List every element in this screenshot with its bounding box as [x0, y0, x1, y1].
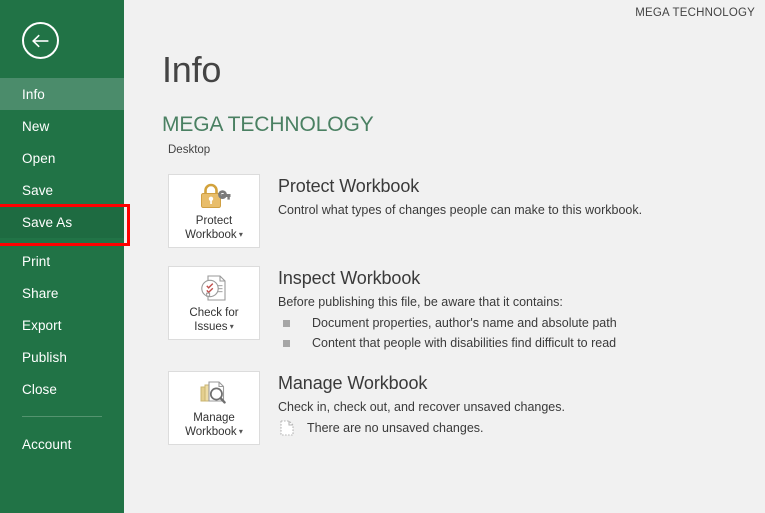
sidebar-item-label: Close [22, 381, 58, 397]
sidebar-item-account[interactable]: Account [0, 428, 124, 460]
square-bullet-icon [283, 319, 290, 327]
chevron-down-icon: ▾ [227, 322, 234, 331]
document-title: MEGA TECHNOLOGY [162, 113, 374, 136]
sidebar-item-label: Open [22, 150, 56, 166]
button-label-line2: Workbook [185, 229, 237, 242]
sidebar-item-label: Export [22, 317, 62, 333]
check-for-issues-button-label: Check for Issues ▾ [189, 306, 238, 334]
manage-documents-icon [198, 378, 230, 408]
manage-workbook-description: Check in, check out, and recover unsaved… [278, 400, 565, 414]
info-pane: Info MEGA TECHNOLOGY Desktop Protect Wor… [124, 26, 765, 513]
manage-workbook-heading: Manage Workbook [278, 373, 428, 393]
sidebar-item-open[interactable]: Open [0, 142, 124, 174]
protect-workbook-description: Control what types of changes people can… [278, 203, 643, 217]
button-label-line1: Check for [189, 307, 239, 319]
backstage-sidebar: Info New Open Save Save As Print Share E… [0, 0, 130, 513]
title-bar: MEGA TECHNOLOGY [124, 0, 765, 26]
check-for-issues-button[interactable]: Check for Issues ▾ [168, 266, 260, 340]
sidebar-item-export[interactable]: Export [0, 309, 124, 341]
button-label-line1: Manage [193, 412, 235, 424]
sidebar-item-label: Info [22, 86, 45, 102]
chevron-down-icon: ▾ [236, 427, 243, 436]
sidebar-item-save[interactable]: Save [0, 174, 124, 206]
protect-workbook-section: Protect Workbook ▾ Protect Workbook Cont… [168, 174, 765, 248]
button-label-line1: Protect [195, 215, 233, 227]
sidebar-item-close[interactable]: Close [0, 373, 124, 405]
unsaved-changes-label: There are no unsaved changes. [307, 421, 484, 435]
account-name[interactable]: MEGA TECHNOLOGY [635, 7, 755, 19]
sidebar-item-info[interactable]: Info [0, 78, 124, 110]
protect-workbook-button[interactable]: Protect Workbook ▾ [168, 174, 260, 248]
excel-backstage-view: MEGA TECHNOLOGY Info New Open Save Save … [0, 0, 765, 513]
inspect-workbook-section: Check for Issues ▾ Inspect Workbook Befo… [168, 266, 765, 353]
manage-workbook-button-label: Manage Workbook ▾ [185, 411, 243, 439]
manage-workbook-button[interactable]: Manage Workbook ▾ [168, 371, 260, 445]
list-item-label: Document properties, author's name and a… [312, 316, 617, 330]
inspect-workbook-body: Inspect Workbook Before publishing this … [278, 266, 617, 353]
inspect-workbook-description: Before publishing this file, be aware th… [278, 295, 563, 309]
sidebar-item-label: New [22, 118, 50, 134]
sidebar-item-share[interactable]: Share [0, 277, 124, 309]
sidebar-item-new[interactable]: New [0, 110, 124, 142]
page-title: Info [162, 49, 222, 90]
button-label-line2: Issues [194, 321, 228, 334]
sidebar-item-print[interactable]: Print [0, 245, 124, 277]
sidebar-item-label: Account [22, 436, 72, 452]
padlock-key-icon [197, 181, 231, 211]
inspect-workbook-issue-list: Document properties, author's name and a… [278, 313, 617, 353]
square-bullet-icon [283, 339, 290, 347]
unsaved-changes-status: There are no unsaved changes. [278, 420, 565, 436]
sidebar-item-label: Share [22, 285, 59, 301]
back-arrow-icon[interactable] [22, 22, 59, 59]
chevron-down-icon: ▾ [236, 230, 243, 239]
inspect-workbook-heading: Inspect Workbook [278, 268, 421, 288]
list-item: Document properties, author's name and a… [278, 313, 617, 333]
list-item: Content that people with disabilities fi… [278, 333, 617, 353]
list-item-label: Content that people with disabilities fi… [312, 336, 617, 350]
sidebar-item-publish[interactable]: Publish [0, 341, 124, 373]
sidebar-divider [22, 416, 102, 417]
button-label-line2: Workbook [185, 426, 237, 439]
document-inspect-icon [199, 273, 229, 303]
document-path[interactable]: Desktop [168, 144, 765, 156]
backstage-nav: Info New Open Save Save As Print Share E… [0, 78, 130, 460]
protect-workbook-heading: Protect Workbook [278, 176, 420, 196]
sidebar-item-label: Print [22, 253, 51, 269]
sidebar-item-label: Publish [22, 349, 67, 365]
protect-workbook-body: Protect Workbook Control what types of c… [278, 174, 642, 219]
sidebar-item-label: Save [22, 182, 54, 198]
protect-workbook-button-label: Protect Workbook ▾ [185, 214, 243, 242]
sidebar-item-label: Save As [22, 214, 73, 230]
manage-workbook-body: Manage Workbook Check in, check out, and… [278, 371, 565, 436]
sidebar-item-save-as[interactable]: Save As [0, 204, 130, 246]
unsaved-document-icon [280, 420, 294, 436]
manage-workbook-section: Manage Workbook ▾ Manage Workbook Check … [168, 371, 765, 445]
